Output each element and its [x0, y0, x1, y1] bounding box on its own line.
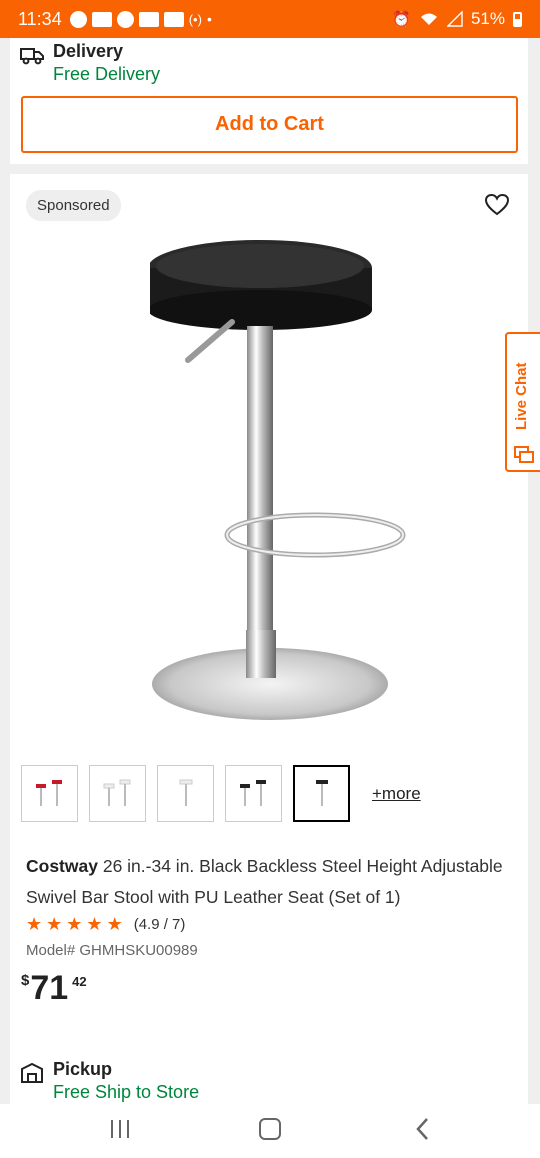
more-images-link[interactable]: +more: [372, 784, 421, 804]
status-bar: 11:34 (•) • ⏰ 51%: [0, 0, 540, 38]
add-to-cart-button[interactable]: Add to Cart: [21, 96, 518, 153]
more-dot-icon: •: [206, 11, 212, 27]
product-title[interactable]: Costway 26 in.-34 in. Black Backless Ste…: [26, 851, 521, 913]
star-icon: ★: [46, 914, 63, 934]
thumbnail-white-stool-single[interactable]: [157, 765, 214, 822]
messenger-icon: [69, 10, 87, 28]
live-chat-button[interactable]: Live Chat: [505, 332, 540, 472]
recent-apps-icon[interactable]: [108, 1118, 132, 1140]
youtube-icon: [91, 11, 112, 27]
thumb-image: [239, 779, 266, 806]
hotspot-icon: (•): [188, 11, 202, 27]
delivery-card: Delivery Free Delivery Add to Cart: [10, 38, 528, 164]
price-cents: 42: [72, 974, 87, 989]
notification-badge-icon: [138, 11, 159, 27]
battery-percentage: 51%: [470, 9, 505, 28]
star-icon: ★: [106, 914, 123, 934]
pickup-subtitle: Free Ship to Store: [53, 1082, 200, 1102]
pickup-title: Pickup: [53, 1059, 113, 1079]
thumb-image: [179, 779, 192, 806]
product-image[interactable]: [150, 230, 410, 730]
product-brand: Costway: [26, 856, 98, 876]
thumbnail-black-stools[interactable]: [225, 765, 282, 822]
star-icon: ★: [86, 914, 103, 934]
price-currency: $: [21, 972, 30, 989]
price-dollars: 71: [30, 969, 69, 1007]
delivery-subtitle: Free Delivery: [53, 64, 161, 84]
back-icon[interactable]: [414, 1116, 430, 1142]
product-rating[interactable]: ★ ★ ★ ★ ★ (4.9 / 7): [26, 915, 185, 933]
notification-badge-icon: [163, 11, 184, 27]
product-name: 26 in.-34 in. Black Backless Steel Heigh…: [26, 856, 503, 907]
thumbnail-black-stool-single[interactable]: [293, 765, 350, 822]
delivery-truck-icon: [20, 48, 44, 65]
sponsored-badge: Sponsored: [26, 190, 121, 221]
star-icon: ★: [66, 914, 83, 934]
wifi-icon: [420, 13, 437, 25]
delivery-title: Delivery: [53, 41, 124, 61]
signal-icon: [446, 11, 463, 27]
product-card[interactable]: Sponsored +more Costway 26 in.-34 in. Bl…: [10, 174, 528, 1104]
home-icon[interactable]: [259, 1118, 281, 1140]
thumb-image: [315, 779, 328, 806]
thumbnail-red-stools[interactable]: [21, 765, 78, 822]
thumb-image: [35, 779, 62, 806]
alarm-icon: ⏰: [392, 11, 411, 28]
model-number: Model# GHMHSKU00989: [26, 942, 198, 959]
store-pickup-icon: [21, 1062, 43, 1083]
live-chat-label: Live Chat: [513, 362, 530, 430]
battery-icon: [513, 11, 522, 27]
status-time: 11:34: [18, 8, 62, 29]
favorite-heart-icon[interactable]: [484, 193, 510, 217]
star-icon: ★: [26, 914, 43, 934]
rating-text: (4.9 / 7): [133, 915, 186, 933]
thumbnail-strip: +more: [21, 765, 421, 822]
chat-bubble-icon: [514, 446, 534, 463]
thumbnail-white-stools[interactable]: [89, 765, 146, 822]
product-price: $ 71 42: [21, 969, 87, 1007]
system-nav-bar: [0, 1104, 540, 1158]
thumb-image: [103, 779, 130, 806]
notification-icons: (•) •: [69, 10, 212, 28]
app-notification-icon: [116, 10, 134, 28]
